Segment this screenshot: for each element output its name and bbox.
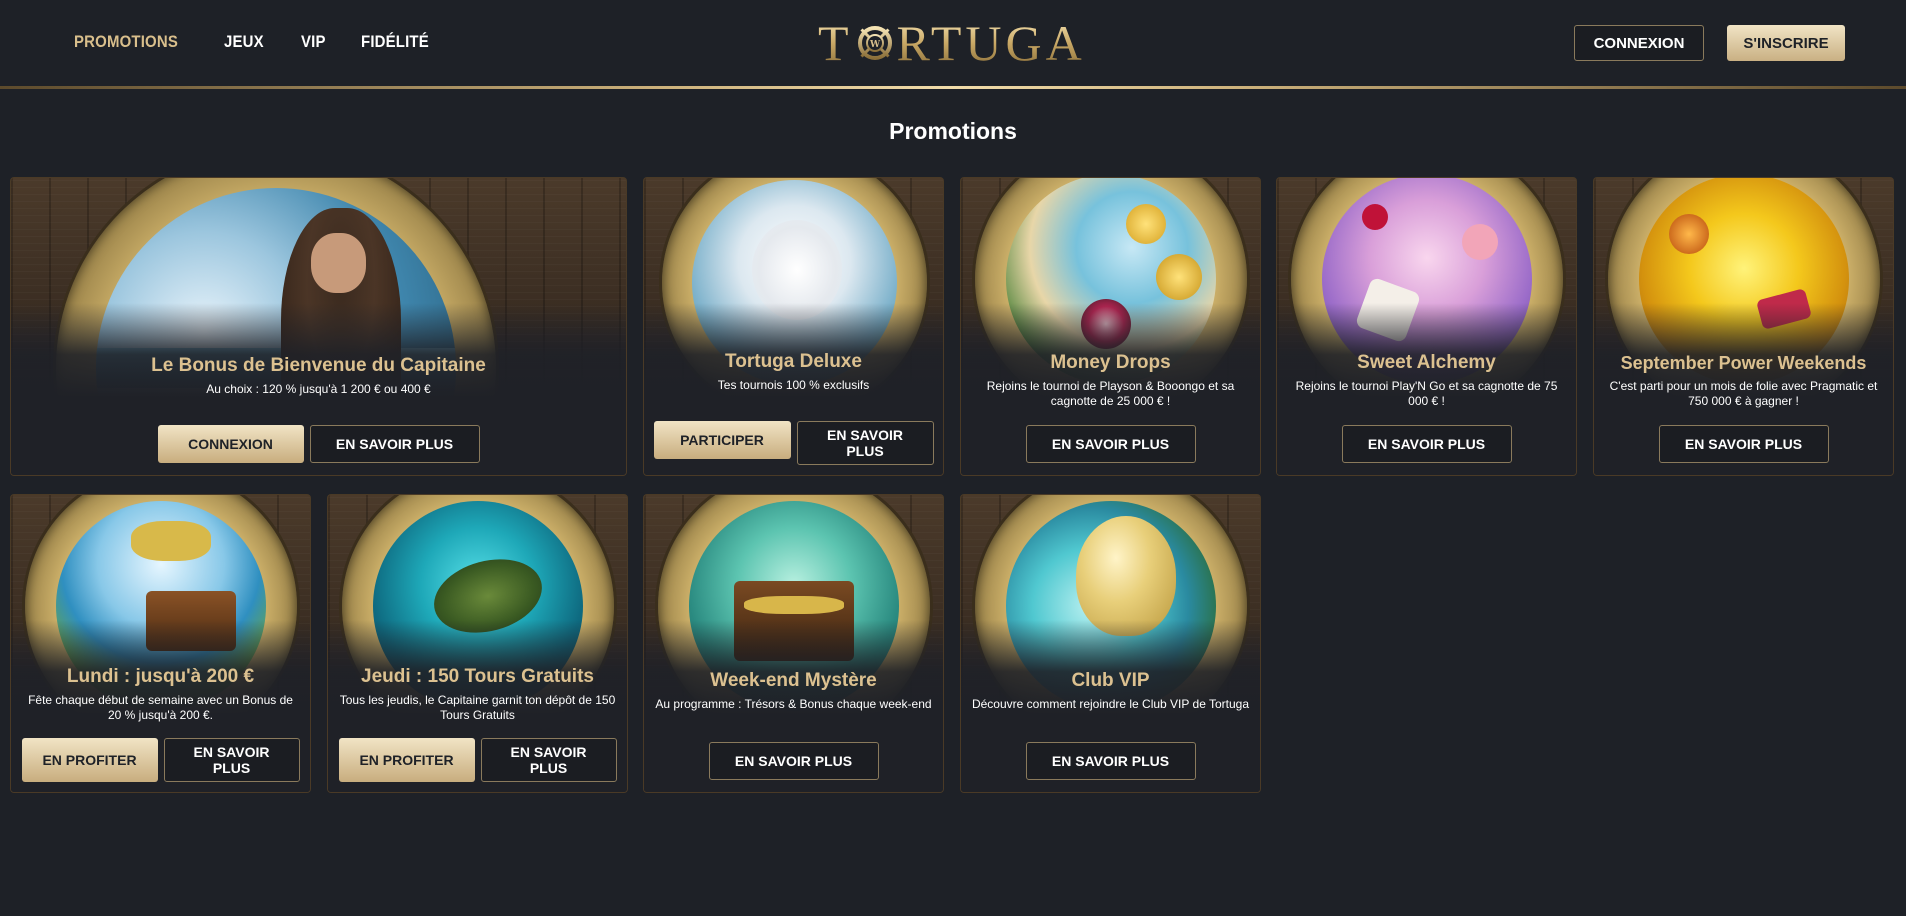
learn-more-button[interactable]: EN SAVOIR PLUS: [1341, 425, 1512, 463]
card-title: Le Bonus de Bienvenue du Capitaine: [151, 355, 486, 376]
promo-card-thursday-free-spins[interactable]: Jeudi : 150 Tours Gratuits Tous les jeud…: [327, 494, 628, 793]
site-header: PROMOTIONS JEUX VIP FIDÉLITÉ T W RTUGA C…: [0, 0, 1906, 89]
card-description: C'est parti pour un mois de folie avec P…: [1609, 379, 1878, 408]
promo-card-september-power-weekends[interactable]: September Power Weekends C'est parti pou…: [1593, 177, 1894, 476]
promo-card-club-vip[interactable]: Club VIP Découvre comment rejoindre le C…: [960, 494, 1261, 793]
header-divider: [0, 86, 1906, 89]
learn-more-button[interactable]: EN SAVOIR PLUS: [708, 742, 879, 780]
logo-text-left: T: [818, 15, 853, 71]
learn-more-button[interactable]: EN SAVOIR PLUS: [309, 425, 480, 463]
promo-card-weekend-mystery[interactable]: Week-end Mystère Au programme : Trésors …: [643, 494, 944, 793]
card-description: Rejoins le tournoi Play'N Go et sa cagno…: [1295, 379, 1558, 408]
promo-card-tortuga-deluxe[interactable]: Tortuga Deluxe Tes tournois 100 % exclus…: [643, 177, 944, 476]
main-nav: PROMOTIONS JEUX VIP FIDÉLITÉ: [74, 32, 439, 52]
card-description: Au choix : 120 % jusqu'à 1 200 € ou 400 …: [206, 382, 431, 396]
card-title: Tortuga Deluxe: [725, 351, 862, 372]
ship-wheel-icon: W: [855, 24, 894, 62]
svg-text:W: W: [868, 40, 880, 50]
card-description: Au programme : Trésors & Bonus chaque we…: [655, 697, 932, 711]
claim-button[interactable]: EN PROFITER: [338, 738, 475, 782]
card-title: Club VIP: [1071, 670, 1150, 691]
page-title: Promotions: [889, 118, 1017, 144]
promo-card-welcome-bonus[interactable]: Le Bonus de Bienvenue du Capitaine Au ch…: [10, 177, 627, 476]
nav-fidelite[interactable]: FIDÉLITÉ: [361, 32, 429, 52]
learn-more-button[interactable]: EN SAVOIR PLUS: [796, 421, 934, 465]
login-button[interactable]: CONNEXION: [157, 425, 304, 463]
learn-more-button[interactable]: EN SAVOIR PLUS: [1025, 425, 1196, 463]
card-title: Money Drops: [1050, 352, 1171, 373]
signup-button[interactable]: S'INSCRIRE: [1727, 25, 1845, 61]
card-description: Fête chaque début de semaine avec un Bon…: [28, 693, 293, 722]
card-title: Week-end Mystère: [710, 670, 877, 691]
learn-more-button[interactable]: EN SAVOIR PLUS: [1658, 425, 1829, 463]
learn-more-button[interactable]: EN SAVOIR PLUS: [1025, 742, 1196, 780]
claim-button[interactable]: EN PROFITER: [21, 738, 158, 782]
promo-card-money-drops[interactable]: Money Drops Rejoins le tournoi de Playso…: [960, 177, 1261, 476]
card-title: Lundi : jusqu'à 200 €: [66, 666, 255, 687]
card-title: Sweet Alchemy: [1357, 352, 1496, 373]
card-description: Découvre comment rejoindre le Club VIP d…: [971, 697, 1250, 711]
learn-more-button[interactable]: EN SAVOIR PLUS: [480, 738, 617, 782]
nav-promotions[interactable]: PROMOTIONS: [74, 32, 178, 52]
promo-card-monday-bonus[interactable]: Lundi : jusqu'à 200 € Fête chaque début …: [10, 494, 311, 793]
tortuga-logo[interactable]: T W RTUGA: [818, 18, 1086, 68]
promo-card-sweet-alchemy[interactable]: Sweet Alchemy Rejoins le tournoi Play'N …: [1276, 177, 1577, 476]
card-description: Tous les jeudis, le Capitaine garnit ton…: [339, 693, 616, 722]
card-description: Tes tournois 100 % exclusifs: [717, 378, 870, 392]
participate-button[interactable]: PARTICIPER: [653, 421, 791, 459]
card-title: Jeudi : 150 Tours Gratuits: [361, 666, 594, 687]
nav-jeux[interactable]: JEUX: [224, 32, 264, 52]
card-description: Rejoins le tournoi de Playson & Booongo …: [986, 379, 1235, 408]
learn-more-button[interactable]: EN SAVOIR PLUS: [163, 738, 300, 782]
logo-text-right: RTUGA: [896, 15, 1086, 71]
card-title: September Power Weekends: [1620, 353, 1867, 373]
login-button[interactable]: CONNEXION: [1574, 25, 1704, 61]
nav-vip[interactable]: VIP: [301, 32, 326, 52]
